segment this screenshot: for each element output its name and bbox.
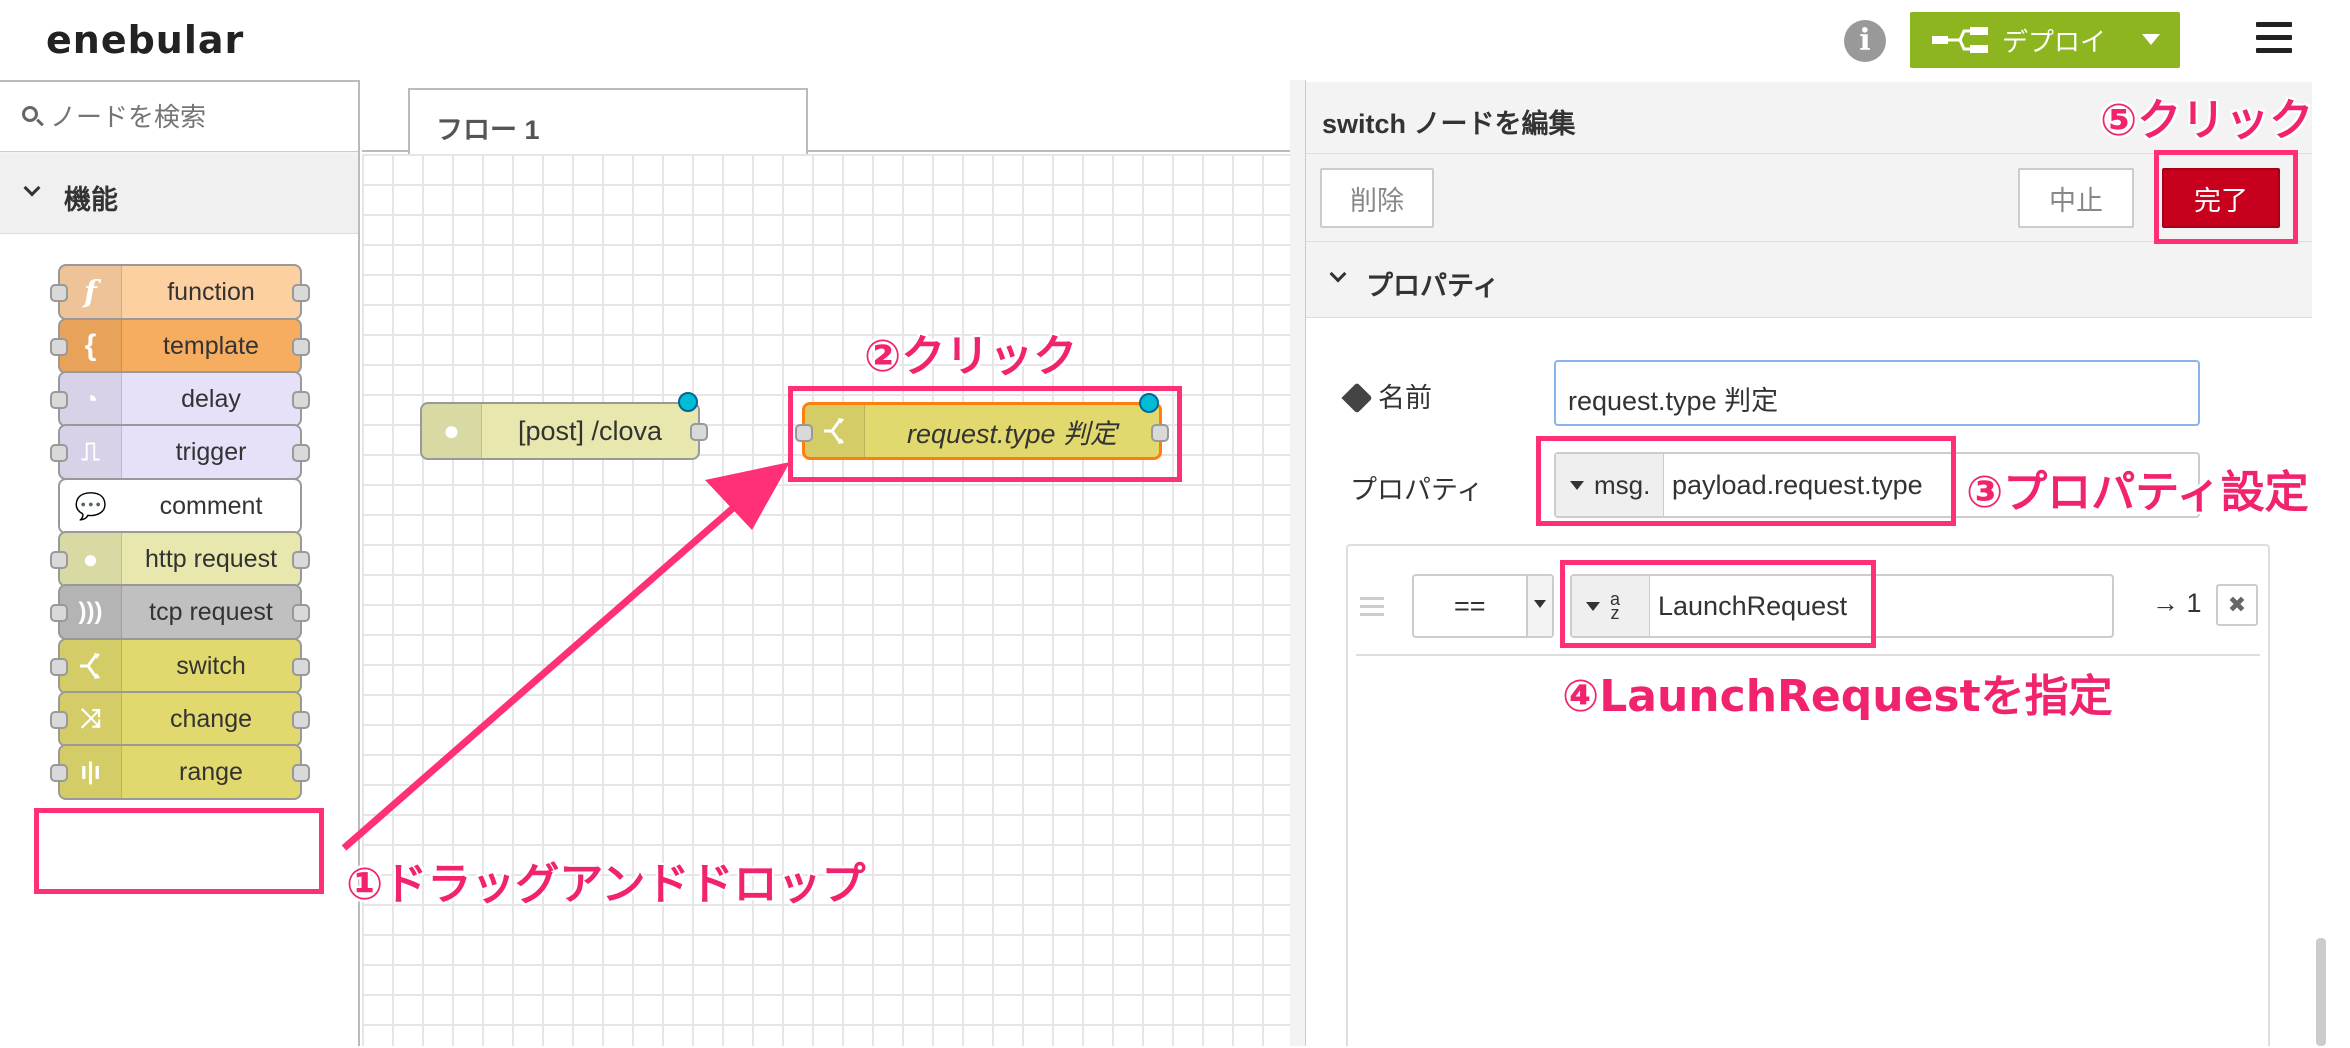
palette-node-label: tcp request bbox=[149, 597, 273, 626]
globe-icon: ● bbox=[60, 533, 122, 585]
tray-title: switch ノードを編集 bbox=[1322, 109, 1576, 139]
bridge-icon: ))) bbox=[60, 586, 122, 638]
palette-node-http-request[interactable]: ● http request bbox=[50, 531, 310, 587]
timer-icon: ◔ bbox=[60, 373, 122, 425]
palette-node-range[interactable]: ı|ı range bbox=[50, 744, 310, 800]
info-icon[interactable]: i bbox=[1844, 20, 1886, 62]
rule-output-label: → 1 bbox=[2152, 588, 2202, 618]
palette-node-switch[interactable]: switch bbox=[50, 638, 310, 694]
trigger-icon: ⎍ bbox=[60, 426, 122, 478]
palette-node-label: range bbox=[179, 757, 243, 786]
deploy-label: デプロイ bbox=[2002, 26, 2107, 57]
chevron-down-icon bbox=[23, 179, 41, 197]
app-header: enebular i デプロイ bbox=[0, 0, 2350, 80]
palette-node-change[interactable]: ⤨ change bbox=[50, 691, 310, 747]
name-field-label: 名前 bbox=[1341, 376, 1432, 415]
switch-icon bbox=[60, 640, 122, 692]
palette-search-input[interactable] bbox=[50, 96, 340, 138]
chevron-down-icon bbox=[1329, 265, 1347, 283]
delete-button[interactable]: 削除 bbox=[1320, 168, 1434, 228]
annotation-step5: ⑤クリック bbox=[2100, 95, 2314, 146]
deploy-dropdown-icon[interactable] bbox=[2142, 34, 2160, 45]
palette-node-delay[interactable]: ◔ delay bbox=[50, 371, 310, 427]
drag-handle-icon[interactable] bbox=[1360, 597, 1384, 617]
property-field-label: プロパティ bbox=[1350, 475, 1484, 505]
rule-delete-button[interactable]: ✖ bbox=[2216, 584, 2258, 626]
palette-node-trigger[interactable]: ⎍ trigger bbox=[50, 424, 310, 480]
palette-node-label: http request bbox=[144, 544, 278, 573]
workspace-tabs: フロー 1 bbox=[362, 80, 1290, 154]
palette-node-function[interactable]: f function bbox=[50, 264, 310, 320]
flow-canvas[interactable] bbox=[362, 154, 1290, 1046]
palette-node-template[interactable]: { template bbox=[50, 318, 310, 374]
shuffle-icon: ⤨ bbox=[60, 693, 122, 745]
section-label: プロパティ bbox=[1366, 271, 1500, 301]
palette-node-label: trigger bbox=[175, 437, 247, 466]
annotation-step4: ④LaunchRequestを指定 bbox=[1562, 671, 2113, 722]
annotation-step2: ②クリック bbox=[864, 331, 1078, 382]
annotation-step3: ③プロパティ設定 bbox=[1966, 467, 2309, 518]
chevron-down-icon[interactable] bbox=[1526, 576, 1552, 636]
flow-node-label: [post] /clova bbox=[517, 415, 663, 446]
palette-node-comment[interactable]: 💬 comment bbox=[58, 478, 302, 534]
tray-resize-handle[interactable] bbox=[1290, 80, 1306, 1046]
highlight-done bbox=[2154, 150, 2298, 244]
palette-category-function[interactable]: 機能 bbox=[0, 154, 358, 234]
palette-node-label: delay bbox=[181, 384, 241, 413]
node-palette: 機能 f function { template ◔ delay ⎍ trigg… bbox=[0, 80, 360, 1048]
changed-indicator bbox=[678, 392, 698, 412]
flow-node-http-in[interactable]: ● [post] /clova bbox=[420, 392, 708, 460]
annotation-step1: ①ドラッグアンドドロップ bbox=[346, 859, 866, 910]
palette-node-label: comment bbox=[159, 491, 263, 520]
highlight-switch-palette bbox=[34, 808, 324, 894]
tab-flow-1[interactable]: フロー 1 bbox=[408, 88, 808, 154]
highlight-value bbox=[1560, 560, 1876, 648]
palette-node-tcp-request[interactable]: ))) tcp request bbox=[50, 584, 310, 640]
deploy-icon bbox=[1932, 25, 1988, 55]
name-label-text: 名前 bbox=[1378, 383, 1432, 413]
palette-search bbox=[0, 82, 358, 152]
palette-category-label: 機能 bbox=[64, 185, 118, 215]
hamburger-menu-icon[interactable] bbox=[2256, 22, 2292, 56]
palette-node-label: template bbox=[163, 331, 259, 360]
tag-icon bbox=[1341, 382, 1373, 414]
name-input[interactable]: request.type 判定 bbox=[1554, 360, 2200, 426]
palette-node-label: change bbox=[169, 704, 253, 733]
highlight-switch-node bbox=[788, 386, 1182, 482]
highlight-property bbox=[1536, 436, 1956, 526]
cancel-button[interactable]: 中止 bbox=[2018, 168, 2134, 228]
tray-scrollbar[interactable] bbox=[2316, 938, 2326, 1046]
template-icon: { bbox=[60, 320, 122, 372]
comment-icon: 💬 bbox=[74, 490, 108, 521]
palette-node-label: switch bbox=[176, 651, 246, 680]
palette-node-list: f function { template ◔ delay ⎍ trigger … bbox=[0, 234, 358, 1048]
deploy-button[interactable]: デプロイ bbox=[1910, 12, 2180, 68]
globe-icon: ● bbox=[422, 404, 482, 458]
properties-section-header[interactable]: プロパティ bbox=[1306, 242, 2312, 318]
search-icon bbox=[22, 106, 38, 122]
range-icon: ı|ı bbox=[60, 746, 122, 798]
logo: enebular bbox=[46, 18, 245, 62]
function-icon: f bbox=[60, 266, 122, 318]
palette-node-label: function bbox=[167, 277, 255, 306]
